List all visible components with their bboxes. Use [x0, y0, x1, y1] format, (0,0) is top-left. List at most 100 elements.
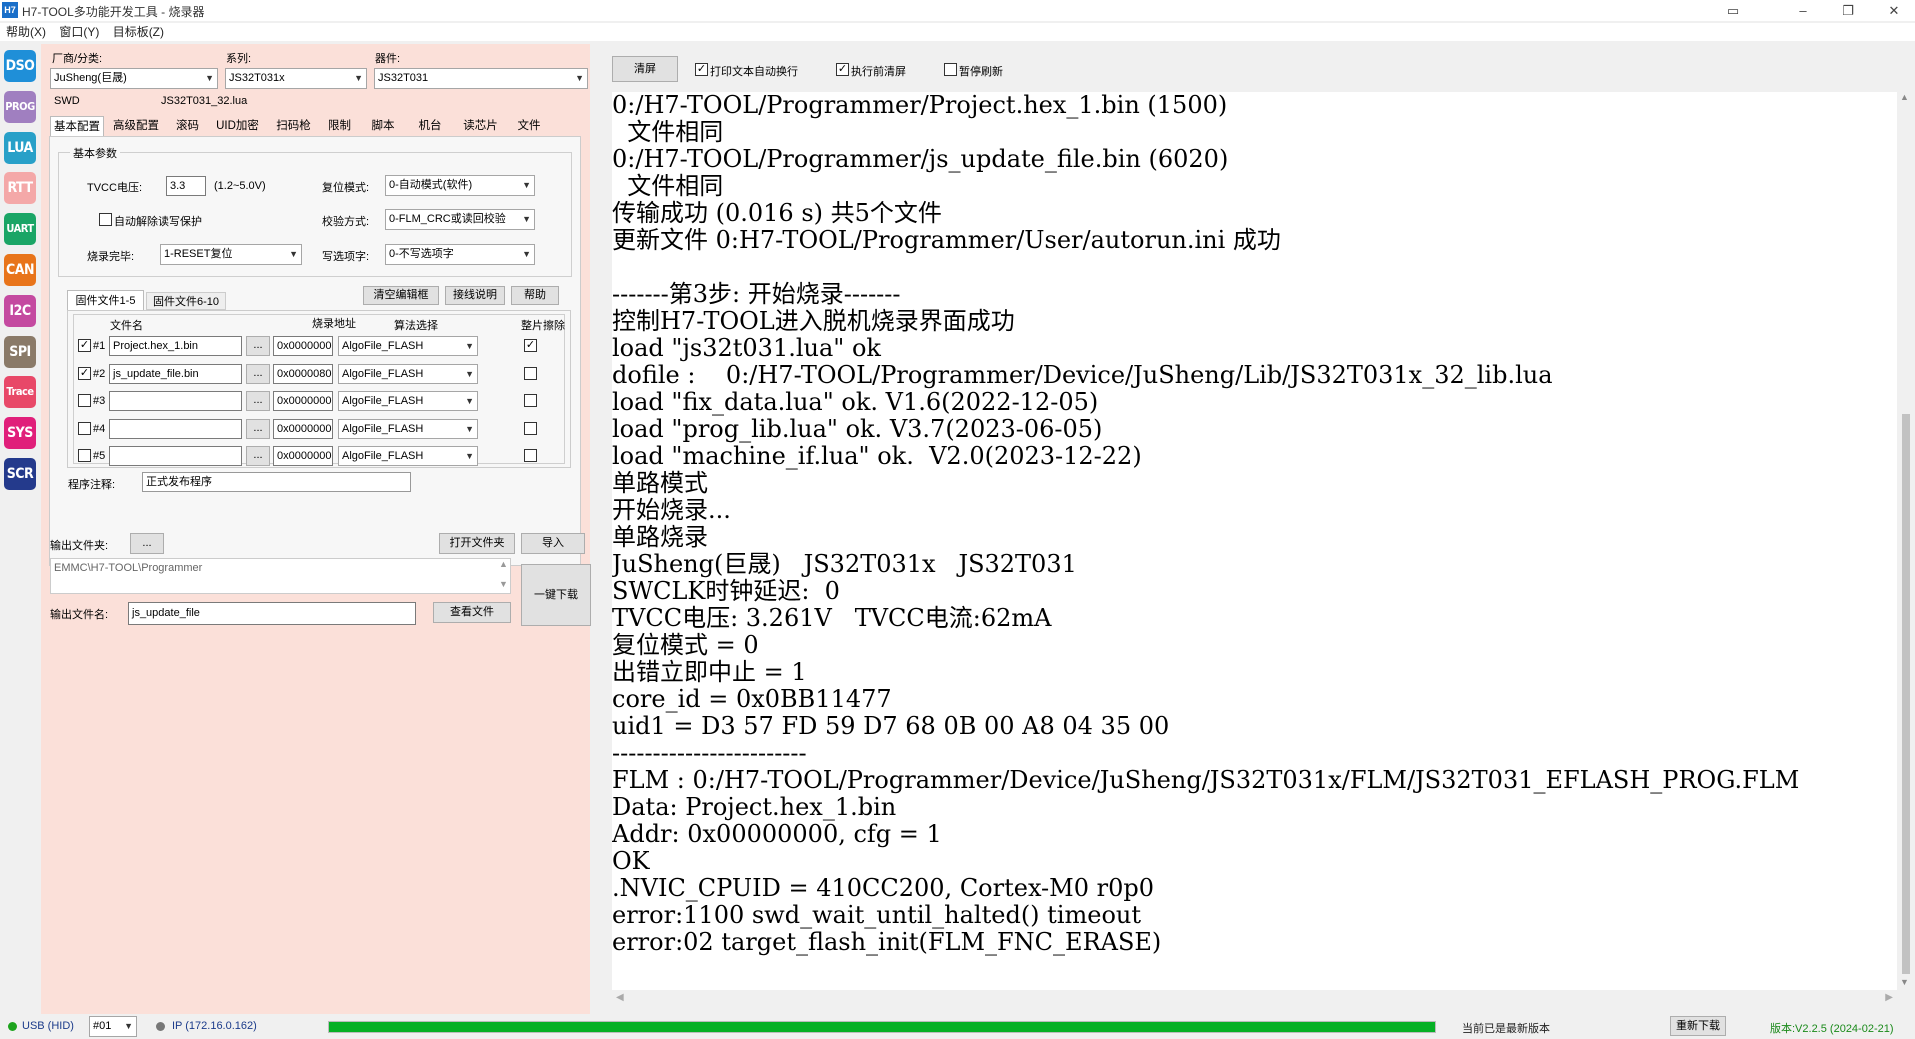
tab-2[interactable]: 滚码 — [169, 116, 206, 136]
firmware-files-box: 文件名 烧录地址 算法选择 整片擦除 ✓ #1 Project.hex_1.bin.… — [67, 310, 571, 468]
file-algo-select[interactable]: AlgoFile_FLASH ▼ — [338, 363, 478, 384]
tab-firmware-1-5[interactable]: 固件文件1-5 — [67, 290, 144, 310]
tab-5[interactable]: 限制 — [320, 116, 359, 136]
tvcc-input[interactable]: 3.3 — [166, 176, 206, 196]
verify-select[interactable]: 0-FLM_CRC或读回校验 ▼ — [385, 209, 535, 230]
file-browse-button[interactable]: ... — [246, 363, 270, 384]
file-address-input[interactable]: 0x00000000 — [273, 418, 333, 439]
file-address-input[interactable]: 0x00000000 — [273, 336, 333, 356]
tab-0[interactable]: 基本配置 — [50, 116, 104, 136]
scroll-down-icon[interactable]: ▼ — [1900, 977, 1909, 987]
tab-1[interactable]: 高级配置 — [106, 116, 166, 136]
file-name-input[interactable] — [109, 391, 242, 411]
minimize-button[interactable]: – — [1785, 0, 1821, 21]
clear-edit-button[interactable]: 清空编辑框 — [363, 286, 439, 305]
file-browse-button[interactable]: ... — [246, 336, 270, 356]
reset-mode-select[interactable]: 0-自动模式(软件) ▼ — [385, 175, 535, 196]
wrap-checkbox[interactable]: ✓ — [695, 63, 708, 76]
file-erase-checkbox[interactable] — [524, 394, 537, 407]
output-name-input[interactable]: js_update_file — [128, 602, 416, 625]
clear-screen-button[interactable]: 清屏 — [612, 56, 678, 82]
console-line: 0:/H7-TOOL/Programmer/Project.hex_1.bin … — [612, 92, 1228, 119]
wiring-button[interactable]: 接线说明 — [445, 286, 505, 305]
tool-button-trace[interactable]: Trace — [4, 376, 36, 409]
close-button[interactable]: ✕ — [1876, 0, 1912, 21]
file-name-input[interactable] — [109, 446, 242, 466]
tab-3[interactable]: UID加密 — [208, 116, 267, 136]
file-address-input[interactable]: 0x00000800 — [273, 363, 333, 384]
scroll-right-icon[interactable]: ▶ — [1885, 992, 1893, 1003]
tool-button-can[interactable]: CAN — [4, 254, 36, 286]
tool-button-rtt[interactable]: RTT — [4, 172, 36, 205]
tab-7[interactable]: 机台 — [407, 116, 453, 136]
file-address-input[interactable]: 0x00000000 — [273, 391, 333, 411]
console-output[interactable]: 0:/H7-TOOL/Programmer/Project.hex_1.bin … — [612, 92, 1897, 990]
file-algo-select[interactable]: AlgoFile_FLASH ▼ — [338, 391, 478, 411]
help-button[interactable]: 帮助 — [511, 286, 559, 305]
tab-6[interactable]: 脚本 — [361, 116, 405, 136]
one-key-download-button[interactable]: 一键下载 — [521, 564, 591, 626]
tool-button-lua[interactable]: LUA — [4, 131, 36, 164]
view-file-button[interactable]: 查看文件 — [433, 602, 511, 623]
file-enable-checkbox[interactable]: ✓ — [78, 366, 91, 380]
output-path-field[interactable]: EMMC\H7-TOOL\Programmer — [50, 558, 511, 594]
tool-button-dso[interactable]: DSO — [4, 50, 36, 82]
menu-target[interactable]: 目标板(Z) — [109, 23, 168, 41]
filename-header: 文件名 — [110, 320, 143, 332]
maximize-button[interactable]: ❐ — [1830, 0, 1866, 21]
tool-button-prog[interactable]: PROG — [4, 90, 36, 123]
comment-input[interactable]: 正式发布程序 — [142, 472, 411, 492]
file-enable-checkbox[interactable] — [78, 421, 91, 435]
scrollbar-thumb[interactable] — [1902, 414, 1910, 974]
console-horizontal-scrollbar[interactable]: ◀ ▶ — [612, 990, 1897, 1008]
port-select[interactable]: #01 ▼ — [89, 1016, 137, 1037]
scroll-up-icon[interactable]: ▲ — [1900, 92, 1909, 102]
clear-before-checkbox[interactable]: ✓ — [836, 63, 849, 76]
file-enable-checkbox[interactable] — [78, 394, 91, 407]
scroll-down-icon[interactable]: ▼ — [499, 579, 508, 589]
console-vertical-scrollbar[interactable]: ▲ ▼ — [1897, 92, 1915, 990]
import-button[interactable]: 导入 — [521, 533, 585, 554]
tab-firmware-6-10[interactable]: 固件文件6-10 — [146, 292, 226, 310]
tab-9[interactable]: 文件 — [508, 116, 550, 136]
file-name-input[interactable] — [109, 418, 242, 439]
output-browse-button[interactable]: ... — [130, 533, 164, 554]
scroll-up-icon[interactable]: ▲ — [499, 559, 508, 569]
file-enable-checkbox[interactable]: ✓ — [78, 339, 91, 352]
file-erase-checkbox[interactable] — [524, 421, 537, 435]
vendor-select[interactable]: JuSheng(巨晟) ▼ — [50, 68, 218, 89]
file-algo-select[interactable]: AlgoFile_FLASH ▼ — [338, 446, 478, 466]
file-name-input[interactable]: js_update_file.bin — [109, 363, 242, 384]
file-enable-checkbox[interactable] — [78, 449, 91, 462]
tool-button-uart[interactable]: UART — [4, 213, 36, 246]
redownload-button[interactable]: 重新下载 — [1670, 1016, 1726, 1036]
tool-button-sys[interactable]: SYS — [4, 417, 36, 450]
tool-button-i2c[interactable]: I2C — [4, 294, 36, 327]
file-address-input[interactable]: 0x00000000 — [273, 446, 333, 466]
series-select[interactable]: JS32T031x ▼ — [225, 68, 367, 89]
file-erase-checkbox[interactable] — [524, 366, 537, 380]
menu-window[interactable]: 窗口(Y) — [55, 23, 103, 41]
file-browse-button[interactable]: ... — [246, 418, 270, 439]
file-algo-select[interactable]: AlgoFile_FLASH ▼ — [338, 418, 478, 439]
file-browse-button[interactable]: ... — [246, 391, 270, 411]
file-browse-button[interactable]: ... — [246, 446, 270, 466]
tab-4[interactable]: 扫码枪 — [269, 116, 318, 136]
auto-unprotect-checkbox[interactable] — [99, 213, 112, 226]
chip-select[interactable]: JS32T031 ▼ — [374, 68, 588, 89]
scroll-left-icon[interactable]: ◀ — [616, 992, 624, 1003]
file-name-input[interactable]: Project.hex_1.bin — [109, 336, 242, 356]
file-erase-checkbox[interactable]: ✓ — [524, 339, 537, 352]
tab-8[interactable]: 读芯片 — [455, 116, 506, 136]
file-erase-checkbox[interactable] — [524, 449, 537, 462]
tool-button-scr[interactable]: SCR — [4, 458, 36, 490]
open-folder-button[interactable]: 打开文件夹 — [439, 533, 515, 554]
tool-button-spi[interactable]: SPI — [4, 335, 36, 368]
pause-refresh-checkbox[interactable] — [944, 63, 957, 76]
menu-help[interactable]: 帮助(X) — [2, 23, 50, 41]
usb-status: USB (HID) — [22, 1020, 74, 1032]
file-algo-select[interactable]: AlgoFile_FLASH ▼ — [338, 336, 478, 356]
finish-select[interactable]: 1-RESET复位 ▼ — [160, 244, 302, 265]
screen-icon[interactable]: ▭ — [1715, 0, 1751, 21]
option-byte-select[interactable]: 0-不写选项字 ▼ — [385, 244, 535, 265]
